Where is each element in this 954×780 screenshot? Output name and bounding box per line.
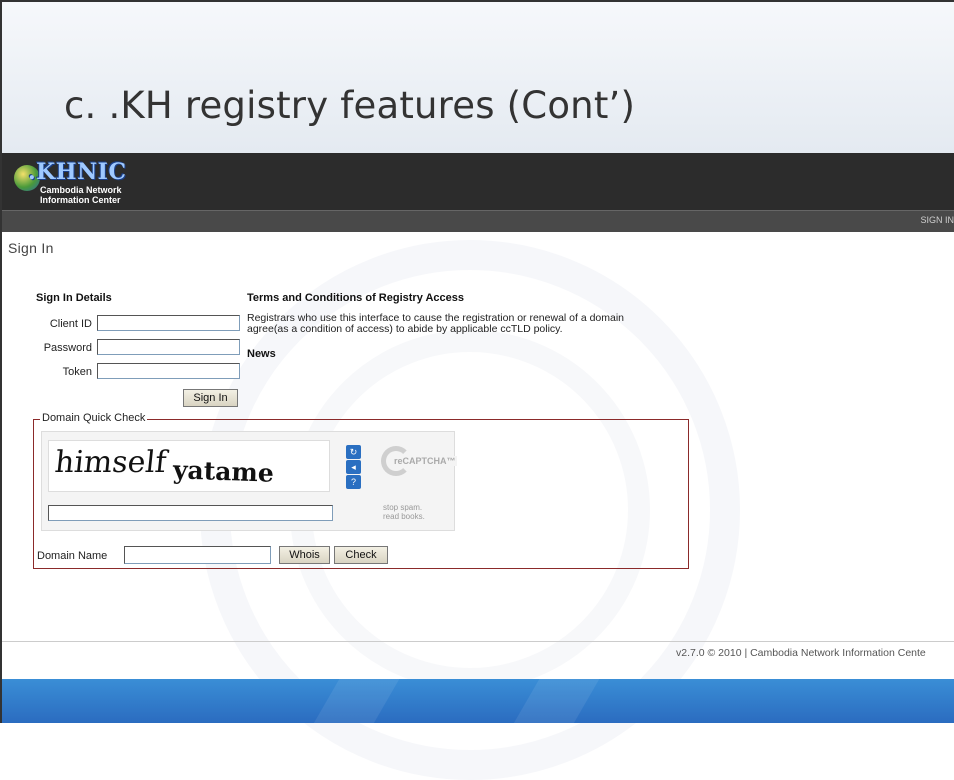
- news-title: News: [247, 348, 276, 360]
- footer-text: v2.7.0 © 2010 | Cambodia Network Informa…: [676, 647, 926, 659]
- nav-signin-link[interactable]: SIGN IN: [920, 215, 954, 225]
- refresh-icon[interactable]: ↻: [346, 445, 361, 459]
- app-header: .KHNIC Cambodia Network Information Cent…: [2, 153, 954, 210]
- band-stripe: [304, 679, 400, 723]
- band-stripe: [504, 679, 600, 723]
- recaptcha-wordmark: reCAPTCHA™: [393, 456, 457, 466]
- recaptcha-logo: reCAPTCHA™: [381, 446, 457, 486]
- footer-divider: [2, 641, 954, 642]
- page-heading: Sign In: [8, 240, 54, 256]
- logo-subtitle-2: Information Center: [40, 195, 121, 205]
- audio-icon[interactable]: ◂: [346, 460, 361, 474]
- logo-subtitle-1: Cambodia Network: [40, 185, 122, 195]
- terms-line-2: agree(as a condition of access) to abide…: [247, 323, 563, 335]
- captcha-answer-input[interactable]: [48, 505, 333, 521]
- logo-name: .KHNIC: [28, 159, 127, 185]
- slide-title-band: c. .KH registry features (Cont’): [2, 2, 954, 153]
- terms-title: Terms and Conditions of Registry Access: [247, 292, 464, 304]
- domain-quick-check-legend: Domain Quick Check: [40, 412, 148, 424]
- password-input[interactable]: [97, 339, 240, 355]
- client-id-input[interactable]: [97, 315, 240, 331]
- signin-section-title: Sign In Details: [36, 292, 112, 304]
- token-label: Token: [62, 366, 92, 378]
- nav-bar: SIGN IN: [2, 210, 954, 232]
- domain-name-label: Domain Name: [37, 550, 108, 562]
- token-input[interactable]: [97, 363, 240, 379]
- help-icon[interactable]: ?: [346, 475, 361, 489]
- signin-button[interactable]: Sign In: [183, 389, 238, 407]
- terms-text: Registrars who use this interface to cau…: [247, 313, 687, 335]
- domain-name-input[interactable]: [124, 546, 271, 564]
- check-button[interactable]: Check: [334, 546, 388, 564]
- khnic-logo[interactable]: .KHNIC Cambodia Network Information Cent…: [14, 159, 154, 205]
- client-id-label: Client ID: [49, 318, 92, 330]
- whois-button[interactable]: Whois: [279, 546, 330, 564]
- slide-title: c. .KH registry features (Cont’): [64, 84, 636, 127]
- captcha-word-1: himself: [53, 445, 169, 480]
- recaptcha-tagline-1: stop spam.: [383, 503, 423, 512]
- password-label: Password: [43, 342, 92, 354]
- recaptcha-tagline-2: read books.: [383, 512, 425, 521]
- captcha-image: himself yatame: [48, 440, 330, 492]
- captcha-word-2: yatame: [172, 455, 275, 488]
- slide-bottom-band: [2, 679, 954, 723]
